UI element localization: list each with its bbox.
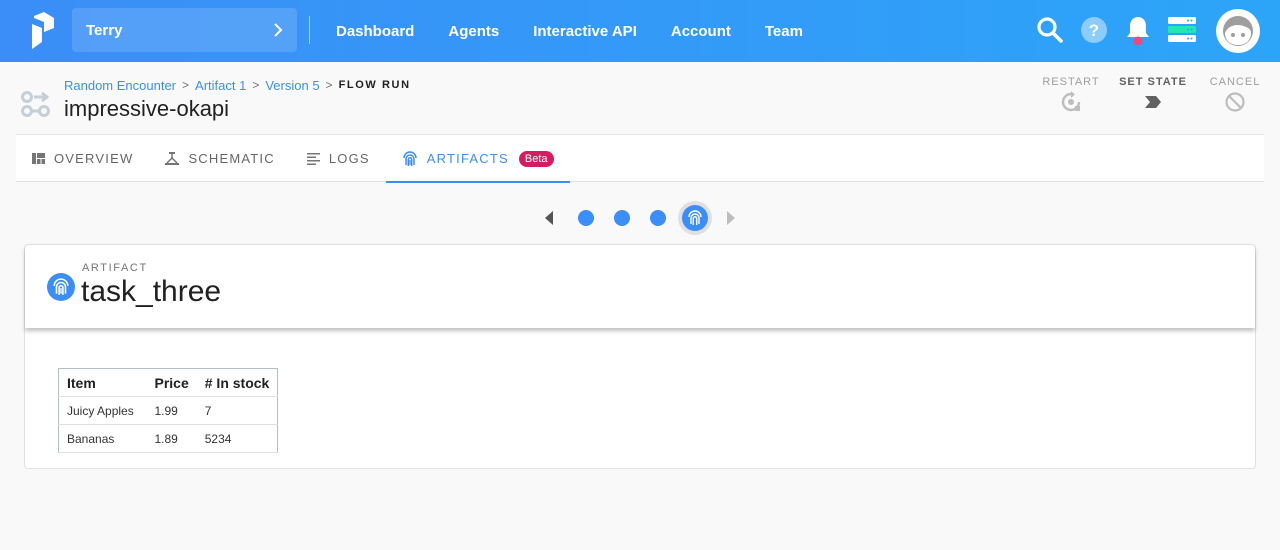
search-icon[interactable] [1036,16,1064,44]
artifact-header: ARTIFACT task_three [25,245,1255,328]
page-title: impressive-okapi [64,96,230,121]
breadcrumb-project[interactable]: Random Encounter [64,78,176,93]
breadcrumb-flow[interactable]: Artifact 1 [195,78,246,93]
cancel-label: CANCEL [1209,76,1261,88]
artifact-table: Item Price # In stock Juicy Apples 1.99 … [58,368,279,453]
overview-icon [32,153,45,164]
help-icon[interactable]: ? [1081,17,1107,43]
face-icon [1223,16,1253,46]
set-state-button[interactable]: SET STATE [1112,76,1194,113]
team-name: Terry [86,21,123,39]
previous-artifact-button[interactable] [544,211,554,225]
restart-label: RESTART [1042,76,1100,88]
artifact-card: ARTIFACT task_three Item Price # In stoc… [24,244,1256,469]
cancel-button[interactable]: CANCEL [1194,76,1276,113]
tab-schematic-label: SCHEMATIC [188,151,275,166]
tab-artifacts[interactable]: ARTIFACTS Beta [385,135,570,183]
team-switcher[interactable]: Terry [72,8,297,52]
tab-logs[interactable]: LOGS [291,135,386,182]
flow-run-icon [21,91,50,117]
chevron-right-icon [274,23,283,37]
set-state-icon [1145,96,1161,108]
tab-overview-label: OVERVIEW [54,151,134,166]
pager-dot-1[interactable] [578,210,594,226]
main-nav: Dashboard Agents Interactive API Account… [319,0,820,62]
app-bar: Terry Dashboard Agents Interactive API A… [0,0,1280,62]
breadcrumb-version[interactable]: Version 5 [265,78,319,93]
cell-item: Juicy Apples [58,396,147,425]
cell-in-stock: 7 [196,396,278,425]
cell-price: 1.89 [146,424,197,453]
artifact-pager [540,200,740,236]
tab-schematic[interactable]: SCHEMATIC [149,135,290,182]
schematic-icon [165,152,180,165]
cell-in-stock: 5234 [196,424,278,453]
chevron-right-icon: > [252,78,260,92]
table-header-row: Item Price # In stock [58,368,278,397]
nav-team[interactable]: Team [748,23,820,40]
cancel-icon [1225,92,1245,112]
next-artifact-button[interactable] [726,211,736,225]
cell-price: 1.99 [146,396,197,425]
artifact-icon [47,273,75,301]
flow-run-tabs: OVERVIEW SCHEMATIC LOGS ARTIFACTS Beta [16,134,1264,183]
table-row: Juicy Apples 1.99 7 [58,396,278,425]
chevron-right-icon: > [325,78,333,92]
fingerprint-icon [688,210,702,225]
flow-run-actions: RESTART SET STATE CANCEL [1030,76,1276,113]
cell-item: Bananas [58,424,147,453]
server-status-icon[interactable] [1168,17,1196,43]
beta-badge: Beta [518,150,554,167]
svg-text:?: ? [1089,21,1099,40]
column-header-price: Price [146,368,197,397]
tab-overview[interactable]: OVERVIEW [16,135,149,182]
column-header-item: Item [58,368,147,397]
pager-dot-3[interactable] [650,210,666,226]
restart-button[interactable]: RESTART [1030,76,1112,113]
divider [309,16,310,44]
tab-artifacts-label: ARTIFACTS [426,151,509,166]
notifications-bell-icon[interactable] [1125,15,1151,47]
breadcrumb-current: FLOW RUN [338,79,411,91]
nav-account[interactable]: Account [654,23,748,40]
prefect-logo[interactable] [28,12,56,50]
column-header-in-stock: # In stock [196,368,278,397]
pager-dot-2[interactable] [614,210,630,226]
chevron-right-icon: > [182,78,190,92]
table-row: Bananas 1.89 5234 [58,424,278,453]
nav-dashboard[interactable]: Dashboard [319,23,431,40]
fingerprint-icon [403,150,417,166]
artifact-name: task_three [81,275,222,308]
artifact-kind-label: ARTIFACT [82,262,148,274]
nav-interactive-api[interactable]: Interactive API [516,23,654,40]
user-avatar[interactable] [1216,9,1260,53]
tab-logs-label: LOGS [328,151,370,166]
nav-agents[interactable]: Agents [431,23,516,40]
restart-icon [1061,91,1081,112]
logs-icon [306,152,320,165]
set-state-label: SET STATE [1119,76,1187,88]
breadcrumb: Random Encounter > Artifact 1 > Version … [64,77,411,93]
pager-dot-current[interactable] [678,201,712,235]
fingerprint-icon [53,278,69,295]
